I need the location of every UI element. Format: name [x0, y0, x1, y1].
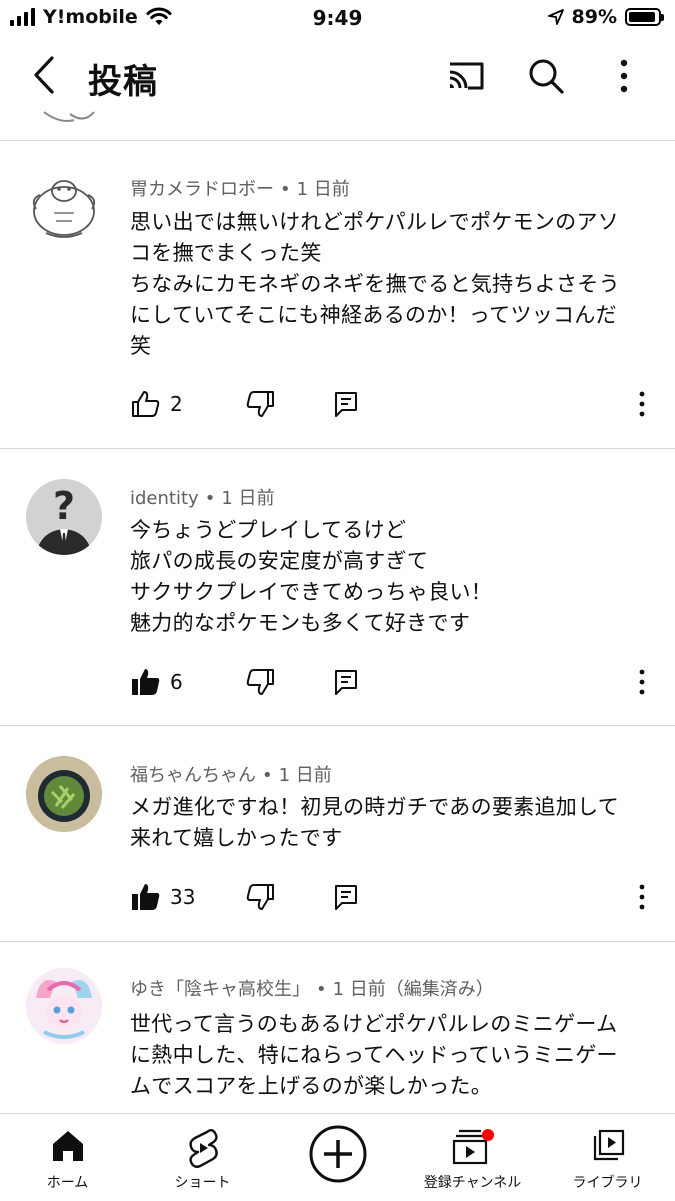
reply-icon[interactable]: [330, 388, 362, 420]
comment-author[interactable]: 福ちゃんちゃん: [130, 765, 256, 786]
anime-character-avatar-icon: [26, 968, 102, 1044]
avatar[interactable]: ?: [26, 479, 102, 555]
status-right: 89%: [547, 6, 664, 28]
comment-time: 1 日前: [221, 488, 275, 509]
comment-actions: 33: [0, 881, 675, 921]
comment-line: 今ちょうどプレイしてるけど: [130, 518, 407, 542]
like-count: 2: [170, 392, 183, 416]
dislike-icon[interactable]: [244, 666, 276, 698]
comment-line: サクサクプレイできてめっちゃ良い！: [130, 580, 493, 604]
comment-more-icon[interactable]: [628, 388, 656, 420]
reply-icon[interactable]: [330, 881, 362, 913]
battery-icon: [625, 8, 664, 26]
robot-avatar-icon: [32, 180, 96, 238]
comment-meta: ゆき「陰キャ高校生」 • 1 日前（編集済み）: [130, 979, 494, 1000]
like-count: 6: [170, 670, 183, 694]
comment-line: 来れて嬉しかったです: [130, 826, 343, 850]
home-filled-icon: [52, 1131, 83, 1161]
nav-subscriptions[interactable]: 登録チャンネル: [405, 1114, 540, 1201]
comment-text: 世代って言うのもあるけどポケパルレのミニゲーム に熱中した、特にねらってヘッドっ…: [130, 1009, 650, 1102]
nav-label: ホーム: [46, 1175, 89, 1191]
comment-actions: 2: [0, 388, 675, 428]
comment-line: メガ進化ですね！初見の時ガチであの要素追加して: [130, 795, 620, 819]
like-count: 33: [170, 885, 196, 909]
comment-item: ? identity • 1 日前 今ちょうどプレイしてるけど 旅パの成長の安定度が…: [0, 449, 675, 725]
comment-more-icon[interactable]: [628, 666, 656, 698]
notification-dot: [481, 1129, 494, 1141]
page-title: 投稿: [88, 62, 158, 102]
mystery-person-avatar-icon: ?: [36, 484, 92, 555]
create-plus-icon: [309, 1125, 366, 1183]
app-header: 投稿: [0, 40, 675, 110]
library-icon: [593, 1129, 624, 1161]
location-arrow-icon: [547, 9, 564, 25]
dislike-icon[interactable]: [244, 388, 276, 420]
comment-time: 1 日前: [296, 179, 350, 200]
comment-meta: 胃カメラドロボー • 1 日前: [130, 179, 350, 200]
comment-line: ムでスコアを上げるのが楽しかった。: [130, 1074, 493, 1098]
comment-line: コを撫でまくった笑: [130, 241, 322, 265]
more-vert-icon[interactable]: [602, 54, 646, 98]
search-icon[interactable]: [524, 54, 568, 98]
reply-icon[interactable]: [330, 666, 362, 698]
like-filled-icon[interactable]: [130, 881, 162, 913]
cast-icon[interactable]: [444, 54, 488, 98]
comment-text: メガ進化ですね！初見の時ガチであの要素追加して 来れて嬉しかったです: [130, 792, 650, 854]
comment-line: 思い出では無いけれどポケパルレでポケモンのアソ: [130, 210, 620, 234]
bottom-nav: ホーム ショート 登録チャンネル ライブラリ: [0, 1113, 675, 1201]
comment-more-icon[interactable]: [628, 881, 656, 913]
battery-percent: 89%: [571, 6, 617, 28]
comment-author[interactable]: ゆき「陰キャ高校生」: [130, 979, 310, 1000]
nav-library[interactable]: ライブラリ: [540, 1114, 675, 1201]
comment-time: 1 日前: [278, 765, 332, 786]
comment-author[interactable]: identity: [130, 488, 199, 509]
dislike-icon[interactable]: [244, 881, 276, 913]
back-icon[interactable]: [26, 52, 66, 98]
nav-create[interactable]: [270, 1114, 405, 1201]
like-filled-icon[interactable]: [130, 666, 162, 698]
comment-line: に熱中した、特にねらってヘッドっていうミニゲー: [130, 1043, 618, 1067]
like-outline-icon[interactable]: [130, 388, 162, 420]
svg-text:?: ?: [53, 484, 75, 528]
previous-avatar-partial: [43, 111, 95, 122]
avatar[interactable]: [26, 169, 102, 245]
avatar[interactable]: [26, 756, 102, 832]
nav-shorts[interactable]: ショート: [135, 1114, 270, 1201]
comment-item: 胃カメラドロボー • 1 日前 思い出では無いけれどポケパルレでポケモンのアソ コを…: [0, 141, 675, 448]
subscriptions-icon: [452, 1129, 494, 1165]
comment-author[interactable]: 胃カメラドロボー: [130, 179, 274, 200]
shorts-icon: [188, 1129, 218, 1168]
comment-text: 今ちょうどプレイしてるけど 旅パの成長の安定度が高すぎて サクサクプレイできてめ…: [130, 515, 650, 639]
nav-home[interactable]: ホーム: [0, 1114, 135, 1201]
nav-label: ショート: [174, 1175, 231, 1191]
status-bar: Y!mobile 9:49 89%: [0, 0, 675, 40]
nav-label: ライブラリ: [572, 1175, 643, 1191]
comment-line: 魅力的なポケモンも多くて好きです: [130, 611, 471, 635]
nav-label: 登録チャンネル: [423, 1175, 522, 1191]
comment-line: 旅パの成長の安定度が高すぎて: [130, 549, 429, 573]
comment-meta: 福ちゃんちゃん • 1 日前: [130, 765, 332, 786]
comment-time: 1 日前（編集済み）: [332, 979, 494, 1000]
comment-text: 思い出では無いけれどポケパルレでポケモンのアソ コを撫でまくった笑 ちなみにカモ…: [130, 207, 650, 362]
avatar[interactable]: [26, 968, 102, 1044]
comment-line: 世代って言うのもあるけどポケパルレのミニゲーム: [130, 1012, 618, 1036]
comment-item: ゆき「陰キャ高校生」 • 1 日前（編集済み） 世代って言うのもあるけどポケパルレの…: [0, 942, 675, 1113]
comment-line: 笑: [130, 334, 152, 358]
comment-item: 福ちゃんちゃん • 1 日前 メガ進化ですね！初見の時ガチであの要素追加して 来れて…: [0, 726, 675, 941]
comment-line: にしていてそこにも神経あるのか！ってツッコんだ: [130, 303, 617, 327]
food-bowl-avatar-icon: [26, 756, 102, 832]
comment-meta: identity • 1 日前: [130, 488, 275, 509]
comment-actions: 6: [0, 666, 675, 706]
comment-line: ちなみにカモネギのネギを撫でると気持ちよさそう: [130, 272, 620, 296]
